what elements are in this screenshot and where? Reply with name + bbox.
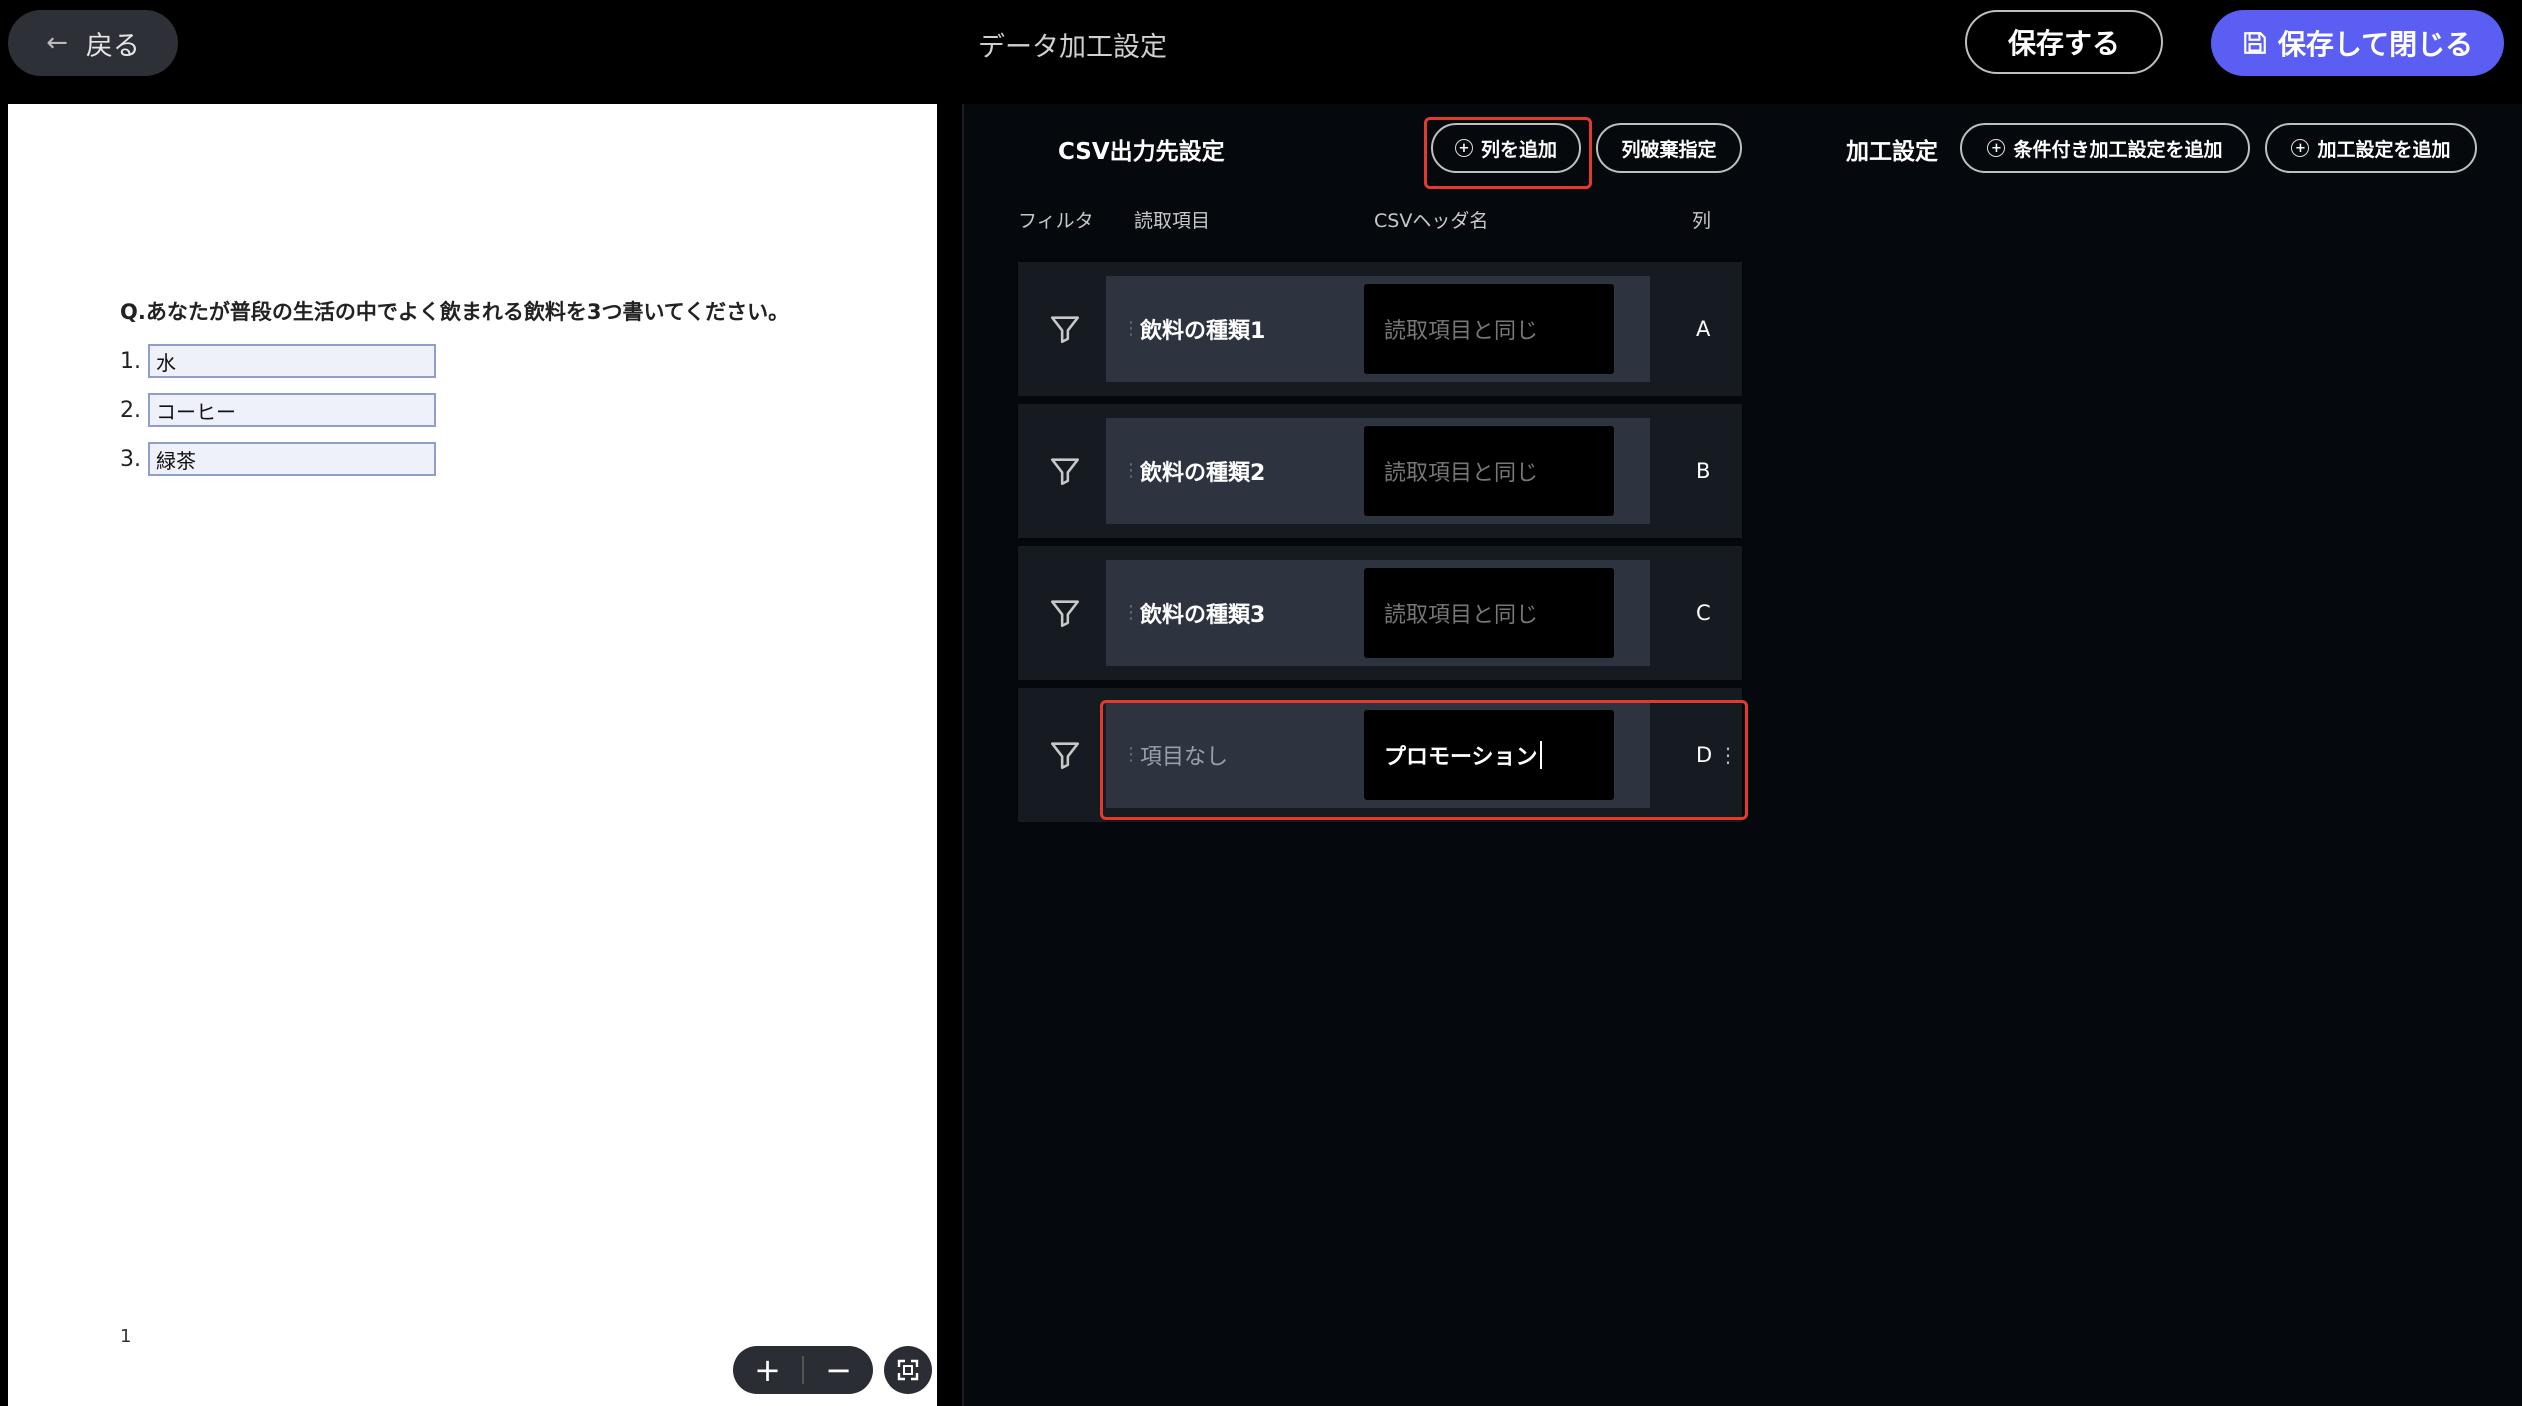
processing-section-title: 加工設定 (1846, 139, 1938, 165)
add-processing-label: 加工設定を追加 (2317, 138, 2451, 161)
document-preview[interactable]: Q.あなたが普段の生活の中でよく飲まれる飲料を3つ書いてください。 1. 水 2… (8, 104, 937, 1406)
drag-handle-icon[interactable]: ⋮ (1122, 460, 1140, 481)
answer-row-2: 2. コーヒー (120, 393, 436, 427)
read-item-cell[interactable]: ⋮ 飲料の種類2 読取項目と同じ (1106, 418, 1650, 524)
zoom-controls: + − (733, 1346, 873, 1394)
read-item-label: 飲料の種類2 (1140, 461, 1266, 486)
read-item-cell[interactable]: ⋮ 飲料の種類1 読取項目と同じ (1106, 276, 1650, 382)
discard-column-button[interactable]: 列破棄指定 (1596, 123, 1742, 173)
zoom-out-button[interactable]: − (804, 1346, 873, 1394)
page-number: 1 (120, 1326, 132, 1347)
question-text: Q.あなたが普段の生活の中でよく飲まれる飲料を3つ書いてください。 (120, 300, 790, 324)
drag-handle-icon[interactable]: ⋮ (1122, 318, 1140, 339)
highlight-add-column (1424, 117, 1592, 189)
answer-number: 1. (120, 348, 141, 374)
floppy-disk-icon (2244, 32, 2266, 54)
save-button[interactable]: 保存する (1965, 10, 2163, 74)
add-conditional-label: 条件付き加工設定を追加 (2013, 138, 2223, 161)
add-processing-button[interactable]: + 加工設定を追加 (2265, 123, 2477, 173)
csv-section-title: CSV出力先設定 (1058, 139, 1225, 165)
drag-handle-icon[interactable]: ⋮ (1122, 602, 1140, 623)
read-item-label: 飲料の種類1 (1140, 319, 1266, 344)
csv-header-input[interactable]: 読取項目と同じ (1364, 426, 1614, 516)
csv-header-input[interactable]: 読取項目と同じ (1364, 568, 1614, 658)
answer-row-3: 3. 緑茶 (120, 442, 436, 476)
csv-row: ⋮ 飲料の種類2 読取項目と同じ B (1018, 404, 1742, 538)
column-letter: C (1696, 601, 1711, 625)
read-item-cell[interactable]: ⋮ 飲料の種類3 読取項目と同じ (1106, 560, 1650, 666)
answer-box[interactable]: 水 (148, 344, 436, 378)
column-header-item: 読取項目 (1134, 210, 1211, 232)
top-bar: ← 戻る データ加工設定 保存する 保存して閉じる (0, 0, 2522, 102)
zoom-in-button[interactable]: + (733, 1346, 802, 1394)
save-and-close-label: 保存して閉じる (2277, 28, 2474, 61)
read-item-label: 飲料の種類3 (1140, 603, 1266, 628)
page-title: データ加工設定 (978, 31, 1167, 63)
answer-number: 3. (120, 446, 141, 472)
filter-icon[interactable] (1048, 738, 1082, 772)
answer-box[interactable]: コーヒー (148, 393, 436, 427)
filter-icon[interactable] (1048, 454, 1082, 488)
column-letter: B (1696, 459, 1711, 483)
plus-circle-icon: + (2291, 139, 2310, 157)
save-and-close-button[interactable]: 保存して閉じる (2211, 10, 2504, 76)
add-conditional-processing-button[interactable]: + 条件付き加工設定を追加 (1960, 123, 2250, 173)
csv-header-input[interactable]: 読取項目と同じ (1364, 284, 1614, 374)
column-header-column: 列 (1692, 210, 1712, 232)
filter-icon[interactable] (1048, 312, 1082, 346)
csv-row: ⋮ 飲料の種類1 読取項目と同じ A (1018, 262, 1742, 396)
fullscreen-icon (897, 1359, 919, 1381)
filter-icon[interactable] (1048, 596, 1082, 630)
answer-box[interactable]: 緑茶 (148, 442, 436, 476)
column-header-filter: フィルタ (1018, 210, 1094, 232)
plus-circle-icon: + (1987, 139, 2006, 157)
answer-number: 2. (120, 397, 141, 423)
answer-row-1: 1. 水 (120, 344, 436, 378)
highlight-new-row (1100, 700, 1748, 820)
column-letter: A (1696, 317, 1711, 341)
column-header-csv-name: CSVヘッダ名 (1374, 210, 1489, 232)
fit-screen-button[interactable] (884, 1346, 932, 1394)
csv-row: ⋮ 飲料の種類3 読取項目と同じ C (1018, 546, 1742, 680)
